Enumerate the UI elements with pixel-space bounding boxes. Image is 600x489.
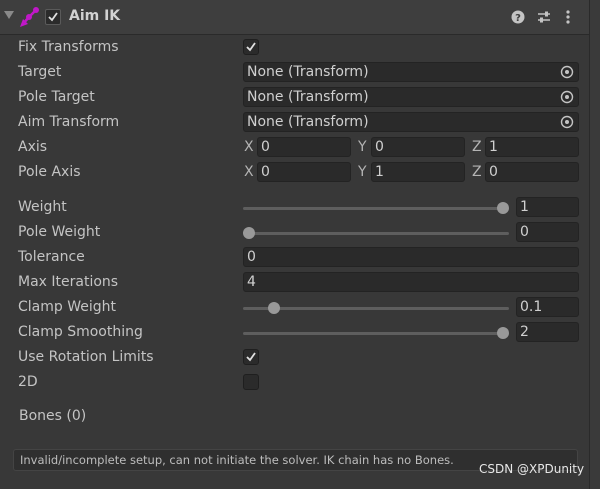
max-iterations-field[interactable]: 4	[243, 272, 579, 292]
pole-weight-label: Pole Weight	[18, 224, 101, 240]
axis-y-field[interactable]: 0	[371, 137, 465, 157]
target-value: None (Transform)	[247, 64, 369, 80]
target-object-field[interactable]: None (Transform)	[243, 62, 579, 82]
weight-slider-knob[interactable]	[497, 202, 509, 214]
axis-z-label: Z	[472, 139, 482, 155]
object-picker-icon[interactable]	[560, 65, 574, 79]
checkmark-icon	[48, 12, 58, 22]
clamp-weight-value-field[interactable]: 0.1	[516, 297, 579, 317]
pole-weight-slider-track[interactable]	[243, 232, 509, 235]
weight-value-field[interactable]: 1	[516, 197, 579, 217]
aim-transform-label: Aim Transform	[18, 114, 120, 130]
weight-value: 1	[520, 199, 529, 215]
tolerance-field[interactable]: 0	[243, 247, 579, 267]
pole-weight-value-field[interactable]: 0	[516, 222, 579, 242]
pole-target-label: Pole Target	[18, 89, 95, 105]
watermark-text: CSDN @XPDunity	[479, 462, 585, 476]
pole-weight-slider-knob[interactable]	[243, 227, 255, 239]
two-d-label: 2D	[18, 374, 38, 390]
max-iterations-label: Max Iterations	[18, 274, 119, 290]
svg-text:?: ?	[515, 13, 521, 24]
max-iterations-value: 4	[247, 274, 256, 290]
pole-axis-row: Pole Axis X 0 Y 1 Z 0	[0, 162, 589, 184]
weight-label: Weight	[18, 199, 67, 215]
two-d-row: 2D	[0, 372, 589, 394]
fix-transforms-row: Fix Transforms	[0, 37, 589, 59]
weight-row: Weight 1	[0, 197, 589, 219]
help-icon[interactable]: ?	[510, 9, 526, 25]
fix-transforms-label: Fix Transforms	[18, 39, 119, 55]
axis-z-value: 1	[489, 139, 498, 155]
help-box-text: Invalid/incomplete setup, can not initia…	[20, 453, 454, 467]
checkmark-icon	[246, 42, 256, 52]
two-d-checkbox[interactable]	[243, 374, 259, 390]
use-rotation-limits-label: Use Rotation Limits	[18, 349, 154, 365]
pole-target-object-field[interactable]: None (Transform)	[243, 87, 579, 107]
pole-axis-x-label: X	[244, 164, 254, 180]
pole-weight-row: Pole Weight 0	[0, 222, 589, 244]
clamp-weight-value: 0.1	[520, 299, 543, 315]
aim-transform-value: None (Transform)	[247, 114, 369, 130]
weight-slider-track[interactable]	[243, 207, 509, 210]
clamp-smoothing-slider-track[interactable]	[243, 332, 509, 335]
axis-z-field[interactable]: 1	[485, 137, 579, 157]
bones-label: Bones (0)	[19, 408, 87, 424]
use-rotation-limits-row: Use Rotation Limits	[0, 347, 589, 369]
pole-axis-label: Pole Axis	[18, 164, 81, 180]
ik-component-icon	[20, 7, 39, 27]
axis-y-value: 0	[375, 139, 384, 155]
checkmark-icon	[246, 352, 256, 362]
clamp-smoothing-value-field[interactable]: 2	[516, 322, 579, 342]
target-label: Target	[18, 64, 62, 80]
clamp-weight-slider-knob[interactable]	[268, 302, 281, 314]
clamp-smoothing-slider-knob[interactable]	[497, 327, 509, 339]
presets-icon[interactable]	[536, 9, 552, 25]
foldout-arrow-icon[interactable]	[4, 11, 14, 19]
target-row: Target None (Transform)	[0, 62, 589, 84]
pole-axis-x-value: 0	[261, 164, 270, 180]
pole-axis-y-value: 1	[375, 164, 384, 180]
axis-x-field[interactable]: 0	[257, 137, 351, 157]
pole-axis-z-field[interactable]: 0	[485, 162, 579, 182]
object-picker-icon[interactable]	[560, 90, 574, 104]
use-rotation-limits-checkbox[interactable]	[243, 349, 259, 365]
more-options-icon[interactable]	[560, 9, 576, 25]
component-enabled-checkbox[interactable]	[45, 9, 61, 25]
pole-axis-y-field[interactable]: 1	[371, 162, 465, 182]
component-header: Aim IK ?	[0, 0, 589, 35]
pole-axis-y-label: Y	[358, 164, 367, 180]
axis-row: Axis X 0 Y 0 Z 1	[0, 137, 589, 159]
clamp-weight-label: Clamp Weight	[18, 299, 116, 315]
axis-x-value: 0	[261, 139, 270, 155]
aim-transform-row: Aim Transform None (Transform)	[0, 112, 589, 134]
fix-transforms-checkbox[interactable]	[243, 39, 259, 55]
pole-target-value: None (Transform)	[247, 89, 369, 105]
pole-weight-value: 0	[520, 224, 529, 240]
clamp-smoothing-row: Clamp Smoothing 2	[0, 322, 589, 344]
object-picker-icon[interactable]	[560, 115, 574, 129]
aim-transform-object-field[interactable]: None (Transform)	[243, 112, 579, 132]
tolerance-label: Tolerance	[18, 249, 85, 265]
tolerance-value: 0	[247, 249, 256, 265]
clamp-weight-row: Clamp Weight 0.1	[0, 297, 589, 319]
pole-axis-x-field[interactable]: 0	[257, 162, 351, 182]
clamp-smoothing-label: Clamp Smoothing	[18, 324, 143, 340]
pole-axis-z-label: Z	[472, 164, 482, 180]
axis-y-label: Y	[358, 139, 367, 155]
axis-label: Axis	[18, 139, 48, 155]
component-title: Aim IK	[69, 8, 121, 24]
inspector-scrollbar[interactable]	[589, 0, 600, 489]
tolerance-row: Tolerance 0	[0, 247, 589, 269]
clamp-weight-slider-track[interactable]	[243, 307, 509, 310]
axis-x-label: X	[244, 139, 254, 155]
pole-target-row: Pole Target None (Transform)	[0, 87, 589, 109]
clamp-smoothing-value: 2	[520, 324, 529, 340]
max-iterations-row: Max Iterations 4	[0, 272, 589, 294]
pole-axis-z-value: 0	[489, 164, 498, 180]
